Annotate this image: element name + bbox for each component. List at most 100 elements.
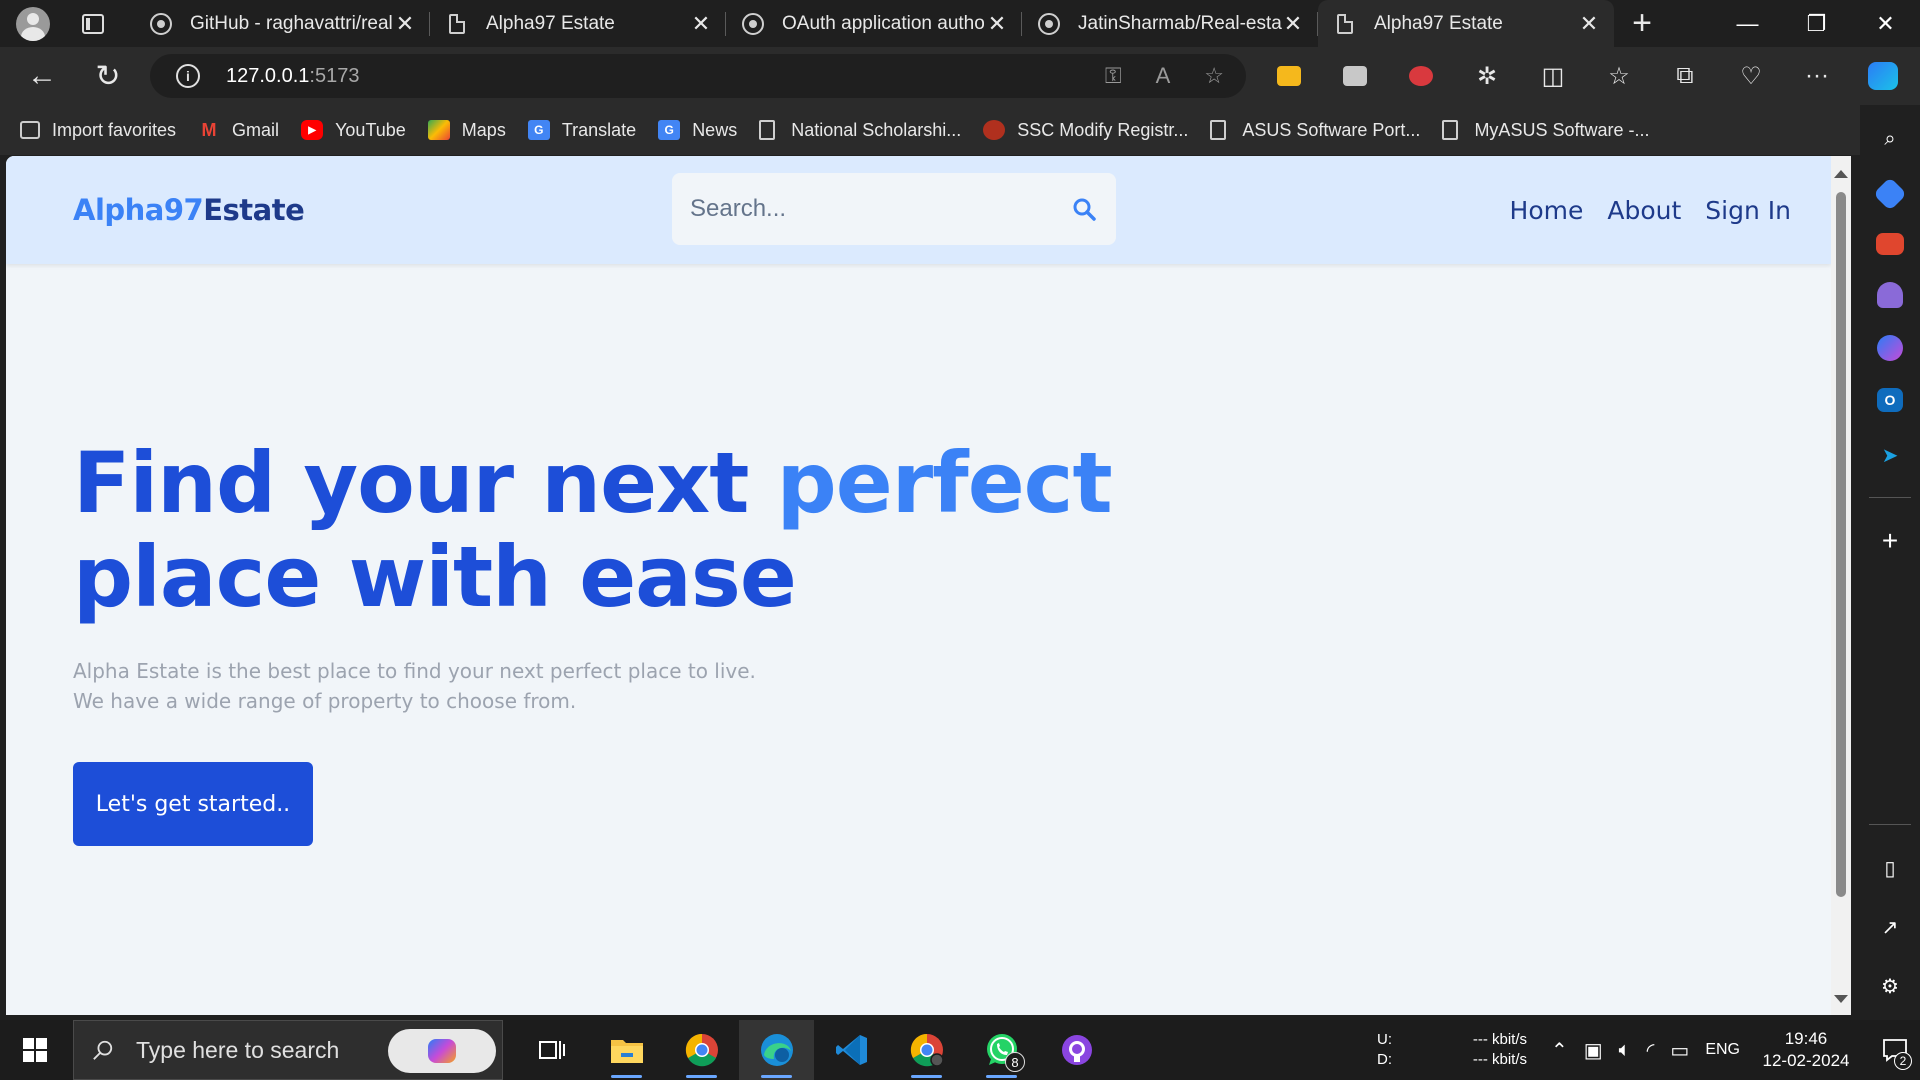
- ssc-icon: [983, 120, 1006, 140]
- wifi-icon[interactable]: ◜: [1647, 1038, 1655, 1063]
- minimize-icon[interactable]: —: [1713, 0, 1782, 47]
- open-external-icon[interactable]: ↗: [1874, 911, 1906, 943]
- add-icon[interactable]: +: [1874, 525, 1906, 557]
- tab-close-icon[interactable]: ✕: [1578, 11, 1600, 37]
- favorite-label: YouTube: [335, 119, 406, 140]
- tab-alpha97-estate-active[interactable]: Alpha97 Estate ✕: [1318, 0, 1614, 47]
- tab-oauth[interactable]: OAuth application autho ✕: [726, 0, 1022, 47]
- chrome-profile-icon[interactable]: [889, 1020, 964, 1080]
- collections-icon[interactable]: ⧉: [1652, 47, 1718, 105]
- tab-close-icon[interactable]: ✕: [1282, 11, 1304, 37]
- microsoft-365-icon[interactable]: [1877, 335, 1903, 361]
- file-explorer-icon[interactable]: [589, 1020, 664, 1080]
- site-info-icon[interactable]: i: [176, 64, 200, 88]
- device-icon[interactable]: ▣: [1584, 1038, 1603, 1063]
- send-icon[interactable]: ➤: [1874, 439, 1906, 471]
- extensions-icon[interactable]: ✲: [1454, 47, 1520, 105]
- tools-icon[interactable]: [1876, 233, 1904, 255]
- search-icon[interactable]: ⌕: [1874, 123, 1906, 155]
- favorite-asus-software[interactable]: ASUS Software Port...: [1210, 120, 1420, 141]
- task-view-icon[interactable]: [514, 1020, 589, 1080]
- favorite-youtube[interactable]: ▶ YouTube: [301, 120, 406, 141]
- favorite-news[interactable]: G News: [658, 120, 737, 141]
- back-icon[interactable]: ←: [12, 47, 72, 105]
- taskbar-search-box[interactable]: Type here to search: [73, 1020, 503, 1080]
- notifications-icon[interactable]: 2: [1870, 1020, 1920, 1080]
- nav-home-link[interactable]: Home: [1510, 196, 1584, 225]
- page-scrollbar[interactable]: [1831, 156, 1851, 1015]
- search-box: [672, 173, 1116, 245]
- favorite-national-scholarship[interactable]: National Scholarshi...: [759, 120, 961, 141]
- copilot-button[interactable]: [388, 1029, 496, 1073]
- scroll-thumb[interactable]: [1836, 192, 1846, 897]
- favorite-myasus[interactable]: MyASUS Software -...: [1442, 120, 1649, 141]
- profile-extension-icon[interactable]: [1322, 47, 1388, 105]
- settings-gear-icon[interactable]: ⚙: [1874, 970, 1906, 1002]
- whatsapp-icon[interactable]: 8: [964, 1020, 1039, 1080]
- taskbar-search-placeholder: Type here to search: [136, 1036, 340, 1063]
- search-input[interactable]: [690, 195, 1050, 223]
- favorite-gmail[interactable]: M Gmail: [198, 120, 280, 141]
- tab-github-raghavattri[interactable]: GitHub - raghavattri/real ✕: [134, 0, 430, 47]
- language-indicator[interactable]: ENG: [1705, 1041, 1740, 1059]
- github-desktop-icon[interactable]: [1039, 1020, 1114, 1080]
- tab-jatinsharmab[interactable]: JatinSharmab/Real-estate ✕: [1022, 0, 1318, 47]
- nav-signin-link[interactable]: Sign In: [1705, 196, 1791, 225]
- edge-icon[interactable]: [739, 1020, 814, 1080]
- tab-close-icon[interactable]: ✕: [986, 11, 1008, 37]
- games-icon[interactable]: [1877, 282, 1903, 308]
- favorite-star-icon[interactable]: ☆: [1204, 63, 1224, 89]
- restore-icon[interactable]: ❐: [1782, 0, 1851, 47]
- url-text[interactable]: 127.0.0.1:5173: [226, 65, 359, 88]
- favorite-import[interactable]: Import favorites: [20, 120, 176, 141]
- coupon-extension-icon[interactable]: [1256, 47, 1322, 105]
- new-tab-button[interactable]: +: [1614, 4, 1670, 43]
- search-icon[interactable]: [1072, 197, 1096, 221]
- outlook-icon[interactable]: O: [1877, 388, 1903, 412]
- favorite-ssc[interactable]: SSC Modify Registr...: [983, 120, 1188, 141]
- split-screen-icon[interactable]: ◫: [1520, 47, 1586, 105]
- close-window-icon[interactable]: ✕: [1851, 0, 1920, 47]
- scroll-up-icon[interactable]: [1834, 170, 1848, 178]
- browser-title-bar: GitHub - raghavattri/real ✕ Alpha97 Esta…: [0, 0, 1920, 47]
- refresh-icon[interactable]: ↻: [78, 47, 138, 105]
- volume-icon[interactable]: 🔈︎: [1619, 1039, 1631, 1062]
- favorite-translate[interactable]: G Translate: [527, 120, 636, 141]
- window-controls: — ❐ ✕: [1713, 0, 1920, 47]
- scroll-down-icon[interactable]: [1834, 995, 1848, 1003]
- browser-essentials-icon[interactable]: ♡: [1718, 47, 1784, 105]
- battery-icon[interactable]: ▭: [1670, 1038, 1689, 1063]
- clock-time: 19:46: [1784, 1029, 1828, 1048]
- favorite-label: National Scholarshi...: [791, 119, 962, 140]
- site-header: Alpha97Estate Home About Sign In: [6, 156, 1831, 264]
- site-logo[interactable]: Alpha97Estate: [73, 193, 305, 227]
- start-button[interactable]: [0, 1020, 70, 1080]
- copilot-icon[interactable]: [1850, 47, 1916, 105]
- get-started-button[interactable]: Let's get started..: [73, 762, 313, 846]
- favorite-label: SSC Modify Registr...: [1017, 119, 1189, 140]
- tab-actions-icon[interactable]: [82, 13, 104, 34]
- page-icon: [1442, 120, 1459, 140]
- tab-close-icon[interactable]: ✕: [690, 11, 712, 37]
- password-key-icon[interactable]: ⚿: [1105, 63, 1122, 89]
- red-extension-icon[interactable]: [1388, 47, 1454, 105]
- more-menu-icon[interactable]: ···: [1784, 47, 1850, 105]
- tab-close-icon[interactable]: ✕: [394, 11, 416, 37]
- clock[interactable]: 19:46 12-02-2024: [1756, 1028, 1856, 1072]
- nav-about-link[interactable]: About: [1607, 196, 1681, 225]
- address-bar[interactable]: i 127.0.0.1:5173 ⚿ A ☆: [150, 54, 1246, 98]
- tab-label: Alpha97 Estate: [1374, 12, 1503, 34]
- favorites-icon[interactable]: ☆: [1586, 47, 1652, 105]
- read-aloud-icon[interactable]: A: [1156, 63, 1171, 89]
- vscode-icon[interactable]: [814, 1020, 889, 1080]
- shopping-icon[interactable]: [1873, 177, 1907, 211]
- hide-sidebar-icon[interactable]: ▯: [1874, 852, 1906, 884]
- favorite-maps[interactable]: Maps: [427, 120, 506, 141]
- profile-avatar-icon[interactable]: [16, 6, 50, 41]
- tab-label: Alpha97 Estate: [486, 12, 615, 34]
- system-tray: U: D: --- kbit/s --- kbit/s ⌃ ▣ 🔈︎ ◜ ▭ E…: [1377, 1020, 1920, 1080]
- tab-alpha97-estate[interactable]: Alpha97 Estate ✕: [430, 0, 726, 47]
- show-hidden-icons-icon[interactable]: ⌃: [1551, 1038, 1568, 1063]
- chrome-icon[interactable]: [664, 1020, 739, 1080]
- hero-section: Find your next perfect place with ease A…: [73, 436, 1113, 716]
